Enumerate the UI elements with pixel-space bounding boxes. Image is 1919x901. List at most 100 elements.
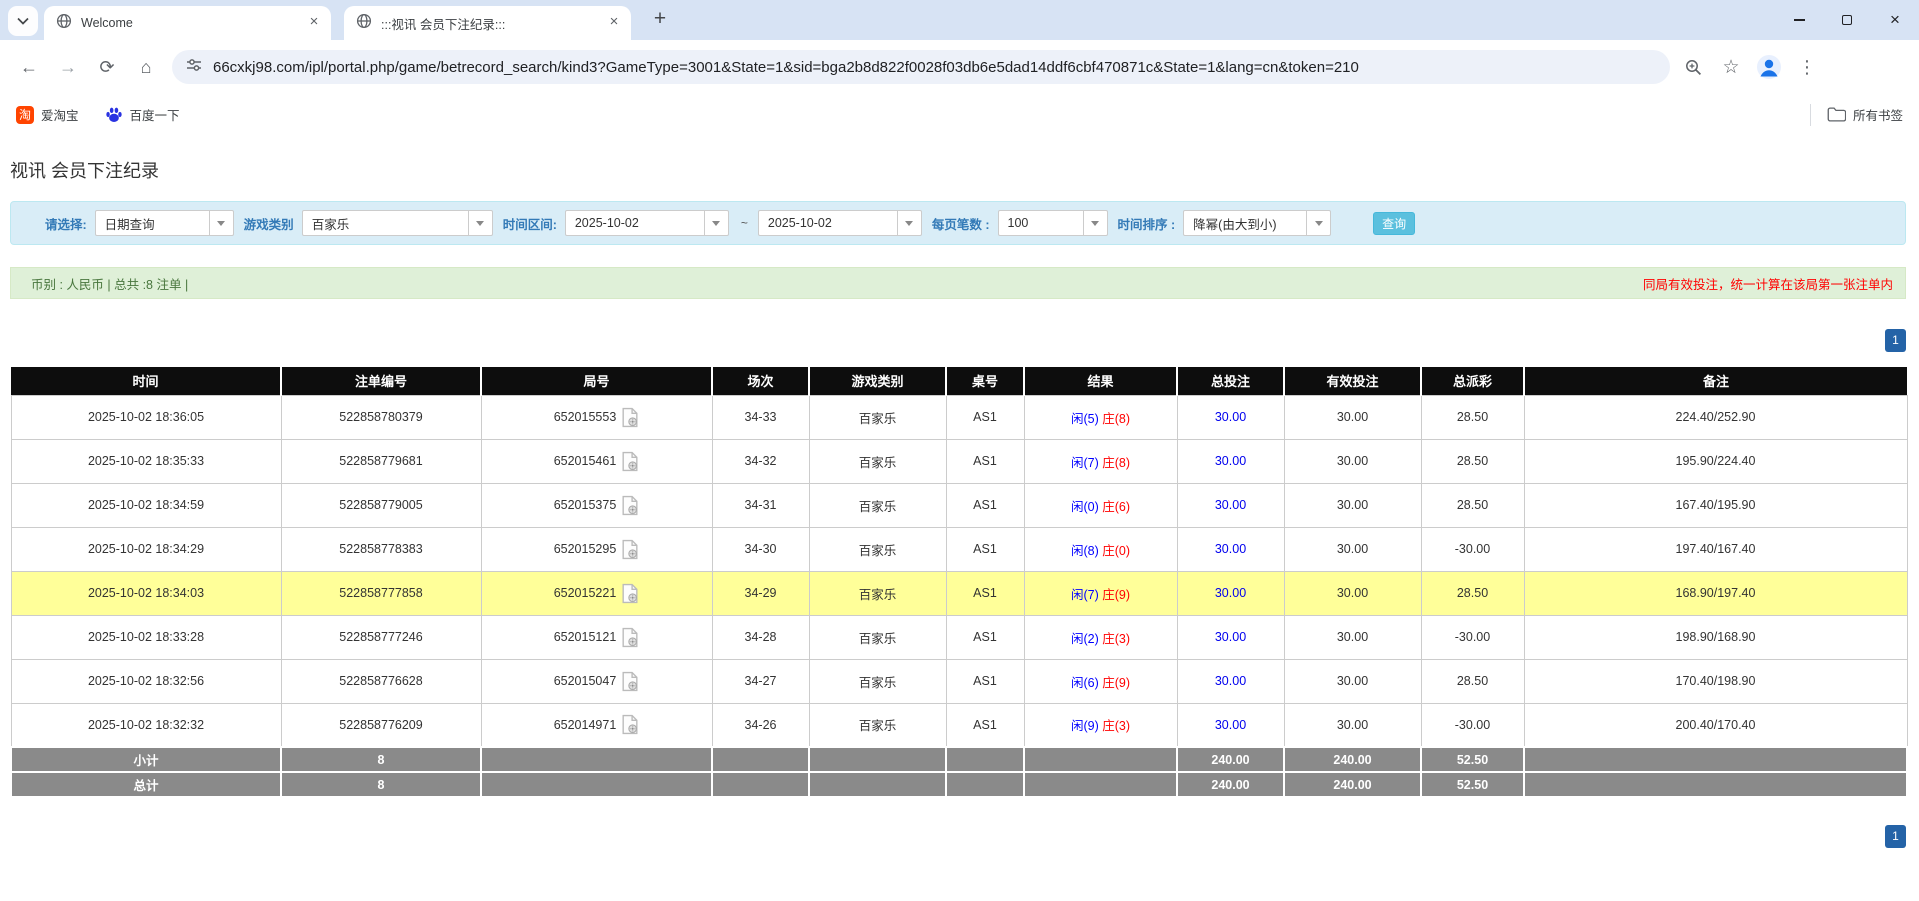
query-type-select[interactable]: 日期查询: [95, 210, 234, 236]
cell-session: 34-33: [712, 395, 809, 439]
total-bet-link[interactable]: 30.00: [1215, 410, 1246, 424]
video-record-icon[interactable]: [621, 451, 639, 472]
column-header[interactable]: 注单编号: [281, 367, 481, 395]
result-player: 闲(6): [1071, 676, 1099, 690]
page-size-select[interactable]: 100: [998, 210, 1108, 236]
date-from-select[interactable]: 2025-10-02: [565, 210, 729, 236]
table-row: 2025-10-02 18:34:59 522858779005 6520153…: [11, 483, 1907, 527]
table-row: 2025-10-02 18:34:29 522858778383 6520152…: [11, 527, 1907, 571]
page-1-button[interactable]: 1: [1885, 329, 1906, 352]
window-maximize-button[interactable]: [1823, 0, 1871, 40]
address-bar[interactable]: 66cxkj98.com/ipl/portal.php/game/betreco…: [172, 50, 1670, 84]
tab-close-icon[interactable]: ×: [305, 14, 323, 32]
cell-valid-bet: 30.00: [1284, 659, 1421, 703]
video-record-icon[interactable]: [621, 539, 639, 560]
column-header[interactable]: 总派彩: [1421, 367, 1524, 395]
cell-session: 34-28: [712, 615, 809, 659]
page-1-button[interactable]: 1: [1885, 825, 1906, 848]
tab-welcome[interactable]: Welcome ×: [44, 6, 331, 40]
totals-label: 总计: [11, 772, 281, 797]
total-bet-link[interactable]: 30.00: [1215, 718, 1246, 732]
window-minimize-button[interactable]: [1775, 0, 1823, 40]
video-record-icon[interactable]: [621, 714, 639, 735]
table-row: 2025-10-02 18:36:05 522858780379 6520155…: [11, 395, 1907, 439]
video-record-icon[interactable]: [621, 583, 639, 604]
totals-count: 8: [281, 747, 481, 772]
total-bet-link[interactable]: 30.00: [1215, 542, 1246, 556]
round-number: 652015553: [554, 410, 617, 424]
cell-session: 34-26: [712, 703, 809, 747]
divider: [1810, 104, 1811, 126]
column-header[interactable]: 桌号: [946, 367, 1024, 395]
video-record-icon[interactable]: [621, 407, 639, 428]
result-player: 闲(5): [1071, 412, 1099, 426]
home-button[interactable]: ⌂: [129, 50, 163, 84]
back-button[interactable]: ←: [12, 50, 46, 84]
maximize-icon: [1842, 15, 1852, 25]
cell-result: 闲(6) 庄(9): [1024, 659, 1177, 703]
status-bar: 币别 : 人民币 | 总共 :8 注单 | 同局有效投注，统一计算在该局第一张注…: [10, 267, 1906, 299]
profile-avatar[interactable]: [1754, 52, 1784, 82]
new-tab-button[interactable]: +: [646, 7, 674, 31]
tab-betrecord-active[interactable]: :::视讯 会员下注纪录::: ×: [344, 6, 631, 40]
round-number: 652015121: [554, 630, 617, 644]
url-text: 66cxkj98.com/ipl/portal.php/game/betreco…: [213, 59, 1359, 76]
date-to-select[interactable]: 2025-10-02: [758, 210, 922, 236]
tab-search-button[interactable]: [8, 6, 38, 36]
cell-bet-id: 522858779005: [281, 483, 481, 527]
bookmark-star-icon[interactable]: ☆: [1716, 52, 1746, 82]
baidu-paw-icon: [105, 106, 123, 124]
cell-total-bet: 30.00: [1177, 571, 1284, 615]
chevron-down-icon: [1306, 211, 1330, 235]
cell-bet-id: 522858777246: [281, 615, 481, 659]
cell-session: 34-29: [712, 571, 809, 615]
cell-bet-id: 522858778383: [281, 527, 481, 571]
cell-remark: 167.40/195.90: [1524, 483, 1907, 527]
result-player: 闲(2): [1071, 632, 1099, 646]
column-header[interactable]: 时间: [11, 367, 281, 395]
column-header[interactable]: 总投注: [1177, 367, 1284, 395]
reload-button[interactable]: ⟳: [90, 50, 124, 84]
video-record-icon[interactable]: [621, 495, 639, 516]
total-bet-link[interactable]: 30.00: [1215, 674, 1246, 688]
game-type-select[interactable]: 百家乐: [302, 210, 493, 236]
site-settings-icon[interactable]: [186, 57, 202, 78]
column-header[interactable]: 场次: [712, 367, 809, 395]
column-header[interactable]: 游戏类别: [809, 367, 946, 395]
cell-bet-id: 522858776628: [281, 659, 481, 703]
tab-close-icon[interactable]: ×: [605, 14, 623, 32]
cell-valid-bet: 30.00: [1284, 571, 1421, 615]
totals-valid-bet: 240.00: [1284, 772, 1421, 797]
page-content: 视讯 会员下注纪录 请选择: 日期查询 游戏类别 百家乐 时间区间: 2025-…: [0, 157, 1919, 848]
sort-order-select[interactable]: 降幂(由大到小): [1183, 210, 1331, 236]
browser-menu-icon[interactable]: ⋮: [1792, 52, 1822, 82]
cell-time: 2025-10-02 18:34:29: [11, 527, 281, 571]
total-bet-link[interactable]: 30.00: [1215, 630, 1246, 644]
video-record-icon[interactable]: [621, 671, 639, 692]
minimize-icon: [1794, 19, 1805, 21]
select-value: 日期查询: [96, 214, 209, 233]
cell-result: 闲(9) 庄(3): [1024, 703, 1177, 747]
total-bet-link[interactable]: 30.00: [1215, 586, 1246, 600]
total-bet-link[interactable]: 30.00: [1215, 454, 1246, 468]
bookmark-taobao[interactable]: 淘 爱淘宝: [16, 105, 79, 124]
column-header[interactable]: 有效投注: [1284, 367, 1421, 395]
filter-label-choose: 请选择:: [45, 214, 87, 233]
result-banker: 庄(0): [1102, 544, 1130, 558]
column-header[interactable]: 局号: [481, 367, 712, 395]
video-record-icon[interactable]: [621, 627, 639, 648]
forward-button[interactable]: →: [51, 50, 85, 84]
total-bet-link[interactable]: 30.00: [1215, 498, 1246, 512]
all-bookmarks-button[interactable]: 所有书签: [1810, 104, 1903, 126]
select-value: 降幂(由大到小): [1184, 214, 1306, 233]
cell-time: 2025-10-02 18:33:28: [11, 615, 281, 659]
column-header[interactable]: 备注: [1524, 367, 1907, 395]
bookmark-baidu[interactable]: 百度一下: [105, 105, 180, 124]
zoom-icon[interactable]: [1678, 52, 1708, 82]
totals-count: 8: [281, 772, 481, 797]
window-close-button[interactable]: ×: [1871, 0, 1919, 40]
search-button[interactable]: 查询: [1373, 212, 1415, 235]
cell-payout: 28.50: [1421, 659, 1524, 703]
totals-total-bet: 240.00: [1177, 747, 1284, 772]
column-header[interactable]: 结果: [1024, 367, 1177, 395]
